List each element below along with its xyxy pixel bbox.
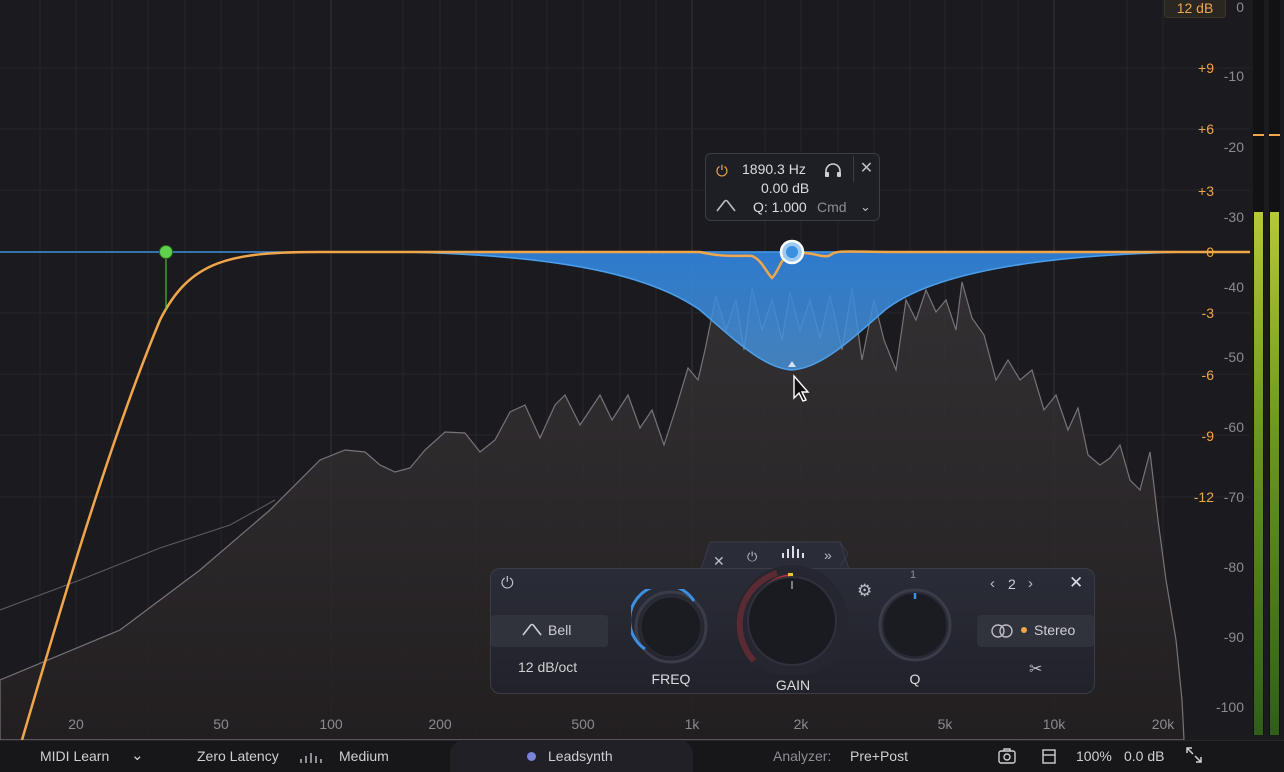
zoom-level[interactable]: 100% [1076, 748, 1112, 764]
quality-bars-icon [299, 750, 323, 766]
stereo-label: Stereo [1034, 622, 1076, 638]
tooltip-q[interactable]: Q: 1.000 [753, 199, 807, 215]
freq-knob[interactable] [628, 583, 711, 674]
scissors-icon[interactable]: ✂ [1029, 659, 1042, 679]
instance-name: Leadsynth [548, 748, 613, 764]
meter-tick: -100 [1215, 699, 1244, 715]
instance-tab[interactable]: Leadsynth [450, 740, 693, 772]
bell-shape-icon[interactable] [716, 199, 736, 218]
power-icon[interactable]: ⏻ [716, 163, 728, 180]
chevron-down-icon[interactable]: ⌄ [860, 199, 871, 215]
gain-tick: -6 [1201, 367, 1214, 383]
next-band-icon[interactable]: › [1028, 575, 1033, 592]
phase-mode-icon[interactable] [1042, 748, 1056, 767]
meter-tick: 0 [1236, 0, 1244, 15]
latency-mode-button[interactable]: Zero Latency [197, 748, 279, 764]
band-remove-icon[interactable]: ✕ [713, 553, 725, 570]
band-shape-label: Bell [548, 622, 572, 638]
quality-mode-button[interactable]: Medium [339, 748, 389, 764]
band-number: 2 [1008, 576, 1016, 592]
expand-icon[interactable] [1186, 747, 1202, 766]
freq-tick: 10k [1042, 716, 1066, 732]
band-bypass-icon[interactable]: ⏻ [747, 549, 757, 565]
gain-knob[interactable] [732, 565, 852, 680]
meter-tick: -30 [1223, 209, 1244, 225]
stereo-indicator-dot [1021, 627, 1027, 633]
gain-tick: +6 [1198, 121, 1214, 137]
instance-color-dot [527, 752, 536, 761]
tooltip-modifier: Cmd [817, 199, 847, 215]
bell-shape-icon [522, 623, 542, 642]
band-slope[interactable]: 12 dB/oct [518, 659, 577, 675]
settings-gear-icon[interactable]: ⚙ [857, 581, 872, 601]
meter-tick: -10 [1223, 68, 1244, 84]
analyzer-mode-button[interactable]: Pre+Post [850, 748, 908, 764]
stereo-placement-selector[interactable]: Stereo [977, 615, 1094, 647]
gain-tick: -3 [1201, 305, 1214, 321]
output-meter-right [1269, 0, 1280, 735]
midi-learn-button[interactable]: MIDI Learn [40, 748, 109, 764]
spectrum-icon[interactable] [781, 545, 805, 564]
meter-tick: -50 [1223, 349, 1244, 365]
tooltip-frequency[interactable]: 1890.3 Hz [742, 161, 806, 177]
gain-tick: +3 [1198, 183, 1214, 199]
meter-tick: -60 [1223, 419, 1244, 435]
analyzer-label: Analyzer: [773, 748, 832, 764]
output-meter-left [1253, 0, 1264, 735]
tooltip-close-button[interactable]: ✕ [853, 156, 879, 182]
freq-tick: 2k [793, 716, 809, 732]
gain-tick: 0 [1206, 244, 1214, 260]
band-power-icon[interactable]: ⏻ [501, 575, 514, 593]
freq-tick: 200 [428, 716, 452, 732]
q-knob-marker: 1 [910, 569, 917, 581]
chevron-down-icon[interactable]: ⌄ [131, 746, 144, 764]
stereo-rings-icon [991, 624, 1013, 643]
freq-tick: 100 [319, 716, 343, 732]
freq-tick: 20 [68, 716, 84, 732]
double-chevron-right-icon[interactable]: » [824, 547, 832, 563]
freq-tick: 1k [684, 716, 700, 732]
q-knob-label: Q [909, 671, 921, 687]
band-control-panel: ⏻ ✕ ⏻ » Bell 12 dB/oct FREQ GAIN ⚙ 1 Q ‹… [490, 546, 1095, 694]
gain-knob-label: GAIN [775, 677, 811, 693]
freq-tick: 500 [571, 716, 595, 732]
headphones-icon[interactable] [824, 162, 842, 183]
band-tooltip: ⏻ 1890.3 Hz ✕ 0.00 dB Q: 1.000 Cmd ⌄ [705, 153, 880, 221]
freq-tick: 20k [1151, 716, 1175, 732]
freq-knob-label: FREQ [651, 671, 691, 687]
panel-close-button[interactable]: ✕ [1069, 573, 1083, 593]
meter-tick: -80 [1223, 559, 1244, 575]
spectrum-grab-icon[interactable] [998, 748, 1016, 767]
tooltip-gain[interactable]: 0.00 dB [761, 180, 809, 196]
band-shape-selector[interactable]: Bell [491, 615, 608, 647]
q-knob[interactable] [875, 587, 955, 672]
previous-band-icon[interactable]: ‹ [990, 575, 995, 592]
meter-tick: -20 [1223, 139, 1244, 155]
output-gain-value[interactable]: 0.0 dB [1124, 748, 1164, 764]
freq-tick: 5k [937, 716, 953, 732]
band-1-node[interactable] [159, 245, 173, 259]
meter-tick: -90 [1223, 629, 1244, 645]
meter-tick: -40 [1223, 279, 1244, 295]
meter-tick: -70 [1223, 489, 1244, 505]
freq-tick: 50 [213, 716, 229, 732]
